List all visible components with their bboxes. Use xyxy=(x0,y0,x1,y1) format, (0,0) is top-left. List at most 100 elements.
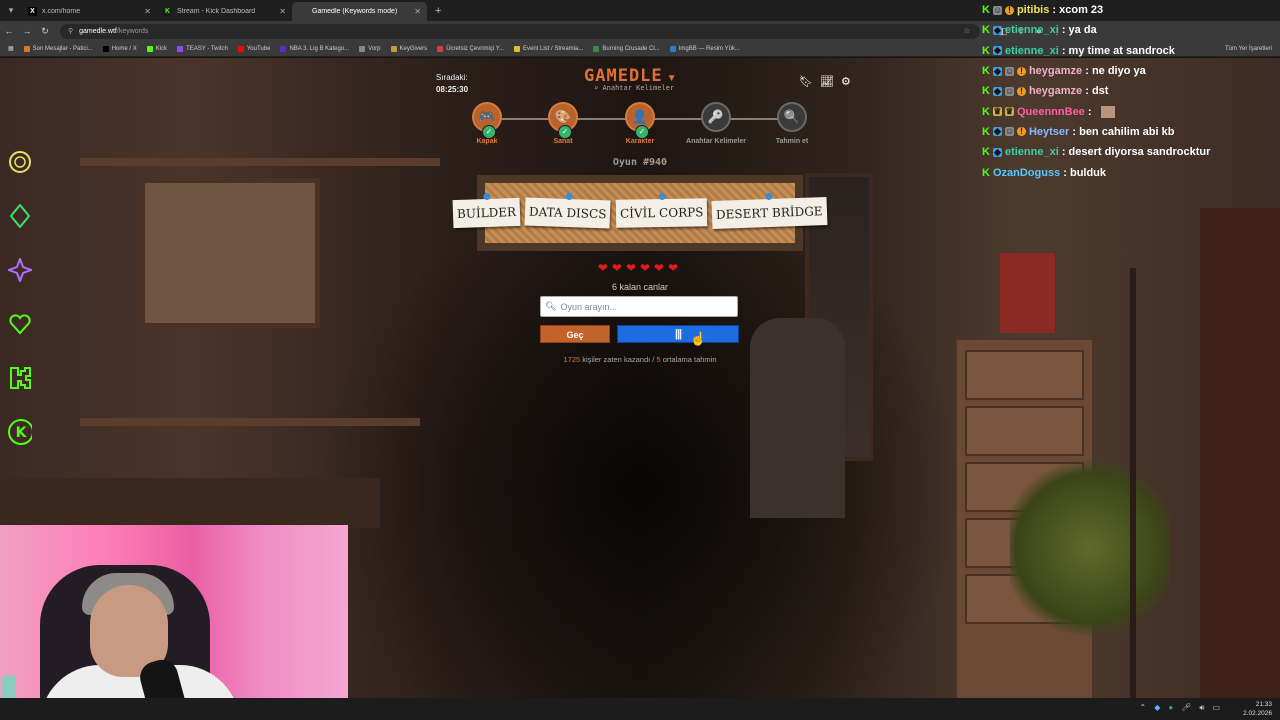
search-icon: 🔍︎ xyxy=(545,301,557,311)
tab-close-icon[interactable]: ✕ xyxy=(414,7,421,16)
clock-time: 21:33 xyxy=(1255,701,1272,708)
bookmark-label: Kick xyxy=(155,45,168,52)
bookmark-favicon-icon xyxy=(437,45,444,52)
tab-title: Stream - Kick Dashboard xyxy=(177,8,256,15)
url-input[interactable]: ⚲ gamedle.wtf/keywords ☆ xyxy=(60,23,980,39)
mic-icon[interactable]: 🎤︎ xyxy=(1181,703,1191,713)
step-sanat[interactable]: 🎨 ✓ Sanat xyxy=(523,102,603,145)
bookmark-item[interactable]: ImgBB — Resim Yük... xyxy=(669,45,740,52)
chat-text: desert diyorsa sandrocktur xyxy=(1068,146,1211,159)
browser-tab[interactable]: K Stream - Kick Dashboard ✕ xyxy=(157,2,292,21)
step-circle: 👤 ✓ xyxy=(625,102,655,139)
step-kapak[interactable]: 🎮 ✓ Kapak xyxy=(447,102,527,145)
chat-text: ya da xyxy=(1068,24,1097,37)
gamedle-logo[interactable]: GAMEDLE ▼ ⌕ Anahtar Kelimeler xyxy=(584,66,704,92)
bookmark-label: ImgBB — Resim Yük... xyxy=(678,45,740,52)
browser-tab[interactable]: X x.com/home ✕ xyxy=(22,2,157,21)
volume-icon[interactable]: 🔊︎ xyxy=(1199,703,1204,713)
chat-username[interactable]: etienne_xi xyxy=(1005,24,1059,36)
og-badge-icon: ! xyxy=(1016,86,1026,96)
tab-search-icon[interactable]: ▾ xyxy=(0,5,22,16)
bookmark-star-icon[interactable]: ☆ xyxy=(964,27,970,35)
pushpin-icon xyxy=(765,192,774,201)
tray-chevron-icon[interactable]: ⌃ xyxy=(1140,703,1147,713)
gift-badge-icon: ♛ xyxy=(1004,106,1014,117)
bookmark-item[interactable]: YouTube xyxy=(237,45,270,52)
step-anahtar-kelimeler[interactable]: 🔑 Anahtar Kelimeler xyxy=(676,102,756,145)
kick-badge-icon: K xyxy=(982,125,990,138)
chat-text: ne diyo ya xyxy=(1091,65,1146,78)
chat-username[interactable]: heygamze xyxy=(1029,85,1082,97)
plant-decor xyxy=(1010,453,1170,643)
browser-tab[interactable]: Gamedle (Keywords mode) ✕ xyxy=(292,2,427,21)
checkmark-icon: ✓ xyxy=(558,125,572,139)
chat-username[interactable]: etienne_xi xyxy=(1005,146,1059,158)
bookmark-label: Burning Crusade Cl... xyxy=(602,45,660,52)
chat-username[interactable]: etienne_xi xyxy=(1005,45,1059,57)
keyword-text: BUİLDER xyxy=(456,204,517,222)
chat-username[interactable]: QueennnBee xyxy=(1017,106,1085,118)
keyword-note: CİVİL CORPS xyxy=(615,192,708,228)
bookmark-favicon-icon xyxy=(23,45,30,52)
subscriber-badge-icon: ◆ xyxy=(992,85,1002,96)
forward-icon[interactable]: → xyxy=(18,26,36,36)
bookmark-label: NBA 3. Lig B Katego... xyxy=(289,45,350,52)
bookmark-favicon-icon xyxy=(669,45,676,52)
site-info-icon[interactable]: ⚲ xyxy=(68,27,73,35)
bookmark-icon[interactable]: 🔖︎ xyxy=(799,75,813,88)
network-icon[interactable]: ▭ xyxy=(1212,703,1220,713)
subscriber-badge-icon: ◆ xyxy=(992,24,1002,35)
bookmark-item[interactable]: Home / X xyxy=(102,45,137,52)
settings-gear-icon[interactable]: ⚙ xyxy=(841,75,851,88)
chat-message: K ☺! pitibis : xcom 23 xyxy=(982,0,1280,20)
new-tab-button[interactable]: + xyxy=(427,5,441,17)
bookmark-item[interactable]: NBA 3. Lig B Katego... xyxy=(280,45,350,52)
bookmark-item[interactable]: Kick xyxy=(146,45,168,52)
reload-icon[interactable]: ↻ xyxy=(36,26,54,37)
bookmark-item[interactable]: TEASY - Twitch xyxy=(177,45,228,52)
stats-chart-icon[interactable]: 📈︎ xyxy=(820,75,834,88)
desk-decor xyxy=(0,478,380,528)
step-karakter[interactable]: 👤 ✓ Karakter xyxy=(600,102,680,145)
back-icon[interactable]: ← xyxy=(0,26,18,36)
chat-message: K ◆ etienne_xi : my time at sandrock xyxy=(982,41,1280,61)
chat-separator: : xyxy=(1058,44,1069,57)
game-search-field[interactable]: 🔍︎ xyxy=(540,296,738,317)
tab-title: x.com/home xyxy=(42,8,81,15)
tab-close-icon[interactable]: ✕ xyxy=(144,7,151,16)
bookmark-item[interactable]: Vorp xyxy=(359,45,381,52)
step-circle: 🎮 ✓ xyxy=(472,102,502,139)
bookmark-item[interactable]: Ücretsiz Çevrimiçi Y... xyxy=(437,45,504,52)
chat-username[interactable]: heygamze xyxy=(1029,65,1082,77)
bookmark-item[interactable]: Burning Crusade Cl... xyxy=(593,45,660,52)
spotify-icon[interactable]: ● xyxy=(1168,703,1173,713)
kick-badge-icon: K xyxy=(982,4,990,17)
bookmark-favicon-icon xyxy=(359,45,366,52)
step-label: Karakter xyxy=(625,138,655,145)
tray-app-icon[interactable]: ◆ xyxy=(1154,703,1160,713)
chat-message: K ◆ ☺! heygamze : dst xyxy=(982,81,1280,101)
chat-message: K ◆ etienne_xi : ya da xyxy=(982,20,1280,40)
bookmark-item[interactable]: Event List / Streamla... xyxy=(513,45,583,52)
apps-grid-icon[interactable]: ▦ xyxy=(8,45,14,52)
bookmark-item[interactable]: Son Mesajlar - Patici... xyxy=(23,45,93,52)
tab-close-icon[interactable]: ✕ xyxy=(279,7,286,16)
tab-title: Gamedle (Keywords mode) xyxy=(312,8,398,15)
chat-username[interactable]: Heytser xyxy=(1029,126,1069,138)
keyword-note: DATA DISCS xyxy=(524,192,612,229)
chat-text: bulduk xyxy=(1069,166,1107,179)
skip-button[interactable]: Geç xyxy=(540,325,610,343)
taskbar-clock[interactable]: 21:33 2.02.2026 xyxy=(1243,700,1272,718)
bookmark-item[interactable]: KeyGivers xyxy=(390,45,427,52)
step-tahmin-et[interactable]: 🔍 Tahmin et xyxy=(752,102,832,145)
chat-message: K ◆ ☺! heygamze : ne diyo ya xyxy=(982,61,1280,81)
chat-message: K OzanDoguss : bulduk xyxy=(982,162,1280,182)
guess-button[interactable]: ||| xyxy=(617,325,739,343)
windows-taskbar: ⌃ ◆ ● 🎤︎ 🔊︎ ▭ 21:33 2.02.2026 xyxy=(0,698,1280,720)
mode-dropdown-icon[interactable]: ▼ xyxy=(667,73,677,84)
game-search-input[interactable] xyxy=(560,301,731,312)
chat-username[interactable]: OzanDoguss xyxy=(993,167,1060,179)
chat-username[interactable]: pitibis xyxy=(1017,4,1049,16)
kick-badge-icon: K xyxy=(982,24,990,37)
subscriber-badge-icon: ◆ xyxy=(992,45,1002,56)
